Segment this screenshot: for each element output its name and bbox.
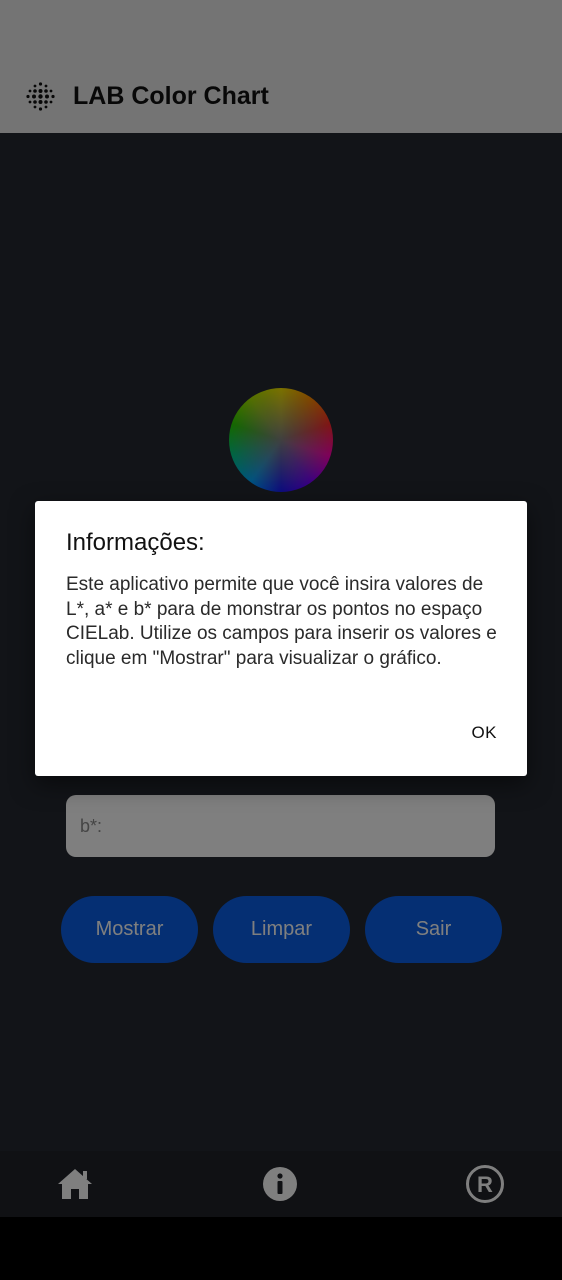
system-navigation-bar xyxy=(0,1217,562,1280)
info-dialog: Informações: Este aplicativo permite que… xyxy=(35,501,527,776)
ok-button[interactable]: OK xyxy=(471,723,497,743)
dialog-message: Este aplicativo permite que você insira … xyxy=(66,574,497,669)
dialog-title: Informações: xyxy=(66,529,205,556)
